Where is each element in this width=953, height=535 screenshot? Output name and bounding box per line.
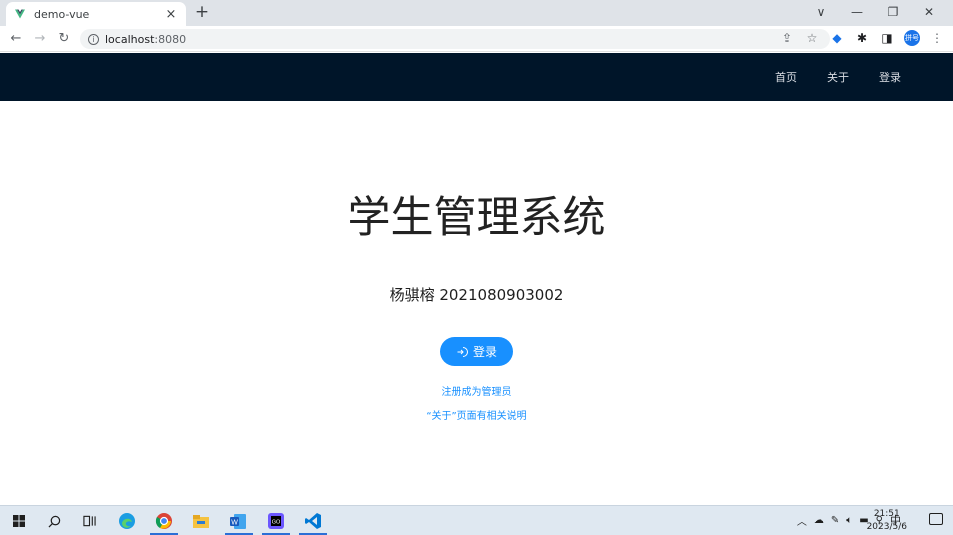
url-host: localhost [105, 32, 155, 46]
header-menu: 首页 关于 登录 [775, 53, 901, 101]
onedrive-cloud-icon[interactable]: ☁ [814, 515, 824, 526]
browser-window: demo-vue × + ∨ — ❐ ✕ ← → ↻ i localhost:8… [0, 0, 953, 535]
nav-login[interactable]: 登录 [879, 69, 901, 85]
windows-taskbar: W GO ︿ ☁ ✎ 🔈︎ ▬ ⚲ 中 21:51 2023/5/6 [0, 505, 953, 535]
url-port: :8080 [154, 32, 187, 46]
chrome-icon[interactable] [154, 511, 174, 531]
site-info-icon[interactable]: i [88, 33, 99, 45]
extensions-puzzle-icon[interactable]: ✱ [854, 31, 870, 45]
forward-icon[interactable]: → [31, 30, 49, 48]
menu-kebab-icon[interactable]: ⋮ [929, 31, 945, 45]
toolbar-actions: ⇪ ☆ ◆ ✱ ◨ 拼号 ⋮ [779, 30, 945, 46]
nav-about[interactable]: 关于 [827, 69, 849, 85]
close-window-icon[interactable]: ✕ [911, 5, 947, 19]
minimize-icon[interactable]: — [839, 5, 875, 19]
taskbar-clock[interactable]: 21:51 2023/5/6 [867, 508, 907, 534]
goland-icon[interactable]: GO [266, 511, 286, 531]
pen-icon[interactable]: ✎ [831, 515, 839, 526]
search-icon[interactable] [44, 511, 64, 531]
tab-search-icon[interactable]: ∨ [803, 5, 839, 19]
clock-date: 2023/5/6 [866, 522, 907, 532]
url-text: localhost:8080 [105, 33, 186, 46]
start-windows-icon[interactable] [9, 511, 29, 531]
clock-time: 21:51 [873, 509, 900, 519]
app-header: 首页 关于 登录 [0, 53, 953, 101]
tab-close-icon[interactable]: × [164, 7, 178, 22]
address-bar[interactable]: i localhost:8080 [80, 29, 830, 49]
svg-text:GO: GO [272, 520, 281, 526]
reload-icon[interactable]: ↻ [55, 30, 73, 48]
nav-home[interactable]: 首页 [775, 69, 797, 85]
extension-diamond-icon[interactable]: ◆ [829, 31, 845, 45]
window-controls: ∨ — ❐ ✕ [803, 0, 947, 24]
register-admin-link[interactable]: 注册成为管理员 [0, 383, 953, 398]
vscode-icon[interactable] [303, 511, 323, 531]
show-hidden-icons-icon[interactable]: ︿ [797, 513, 807, 528]
login-icon [457, 346, 468, 357]
page-title: 学生管理系统 [347, 193, 606, 243]
vue-logo-icon [15, 9, 25, 19]
edge-browser-icon[interactable] [117, 511, 137, 531]
notification-icon[interactable] [929, 513, 943, 525]
about-page-link[interactable]: “关于”页面有相关说明 [0, 407, 953, 422]
restore-icon[interactable]: ❐ [875, 5, 911, 19]
browser-toolbar: ← → ↻ i localhost:8080 ⇪ ☆ ◆ ✱ ◨ 拼号 ⋮ [0, 26, 953, 52]
profile-avatar[interactable]: 拼号 [904, 30, 920, 46]
word-icon[interactable]: W [228, 511, 248, 531]
svg-text:W: W [231, 519, 238, 526]
browser-tab[interactable]: demo-vue × [6, 2, 186, 26]
bookmark-star-icon[interactable]: ☆ [804, 31, 820, 45]
share-icon[interactable]: ⇪ [779, 31, 795, 45]
tab-strip: demo-vue × + ∨ — ❐ ✕ [0, 0, 953, 26]
back-icon[interactable]: ← [7, 30, 25, 48]
tab-title: demo-vue [34, 7, 90, 21]
volume-icon[interactable]: 🔈︎ [846, 515, 852, 526]
login-button-label: 登录 [472, 345, 497, 359]
file-explorer-icon[interactable] [191, 511, 211, 531]
new-tab-button[interactable]: + [194, 3, 210, 21]
side-panel-icon[interactable]: ◨ [879, 31, 895, 45]
task-view-icon[interactable] [79, 511, 99, 531]
student-info: 杨骐榕 2021080903002 [389, 286, 564, 304]
login-button[interactable]: 登录 [440, 337, 513, 366]
